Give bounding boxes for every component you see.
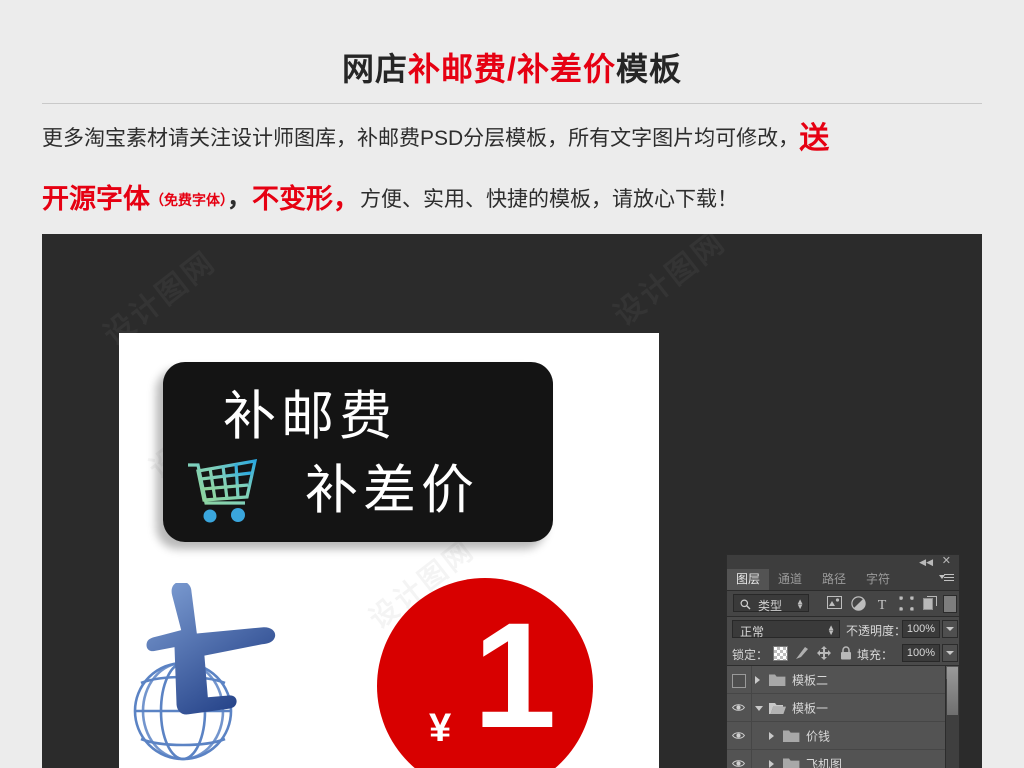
layer-row[interactable]: 模板一 <box>727 694 959 722</box>
panel-tabs[interactable]: 图层 通道 路径 字符 <box>727 569 959 591</box>
page-title: 网店补邮费/补差价模板 <box>0 44 1024 90</box>
layer-visibility-column <box>727 694 752 721</box>
airplane-globe-icon <box>125 581 295 768</box>
panel-menu-icon[interactable] <box>939 574 954 584</box>
lock-position-icon[interactable] <box>817 646 831 660</box>
folder-closed-icon <box>783 729 800 743</box>
layer-name: 价钱 <box>806 729 831 743</box>
chevron-right-icon[interactable] <box>769 731 774 740</box>
lock-transparent-pixels-icon[interactable] <box>773 646 788 661</box>
photoshop-screenshot: 设计图网 设计图网 设计图网 设计图网 设计图网 设计图网 补邮费 <box>42 234 982 768</box>
divider <box>42 103 982 104</box>
badge-shape: 补邮费 补差价 <box>163 362 553 542</box>
layer-name: 飞机图 <box>806 757 843 768</box>
layer-visibility-column <box>727 750 752 768</box>
promo-line-1-text: 更多淘宝素材请关注设计师图库，补邮费PSD分层模板，所有文字图片均可修改， <box>42 127 800 150</box>
folder-closed-icon <box>769 673 786 687</box>
badge-text-line1: 补邮费 <box>223 386 397 447</box>
promo-line-2-tail: 方便、实用、快捷的模板，请放心下载！ <box>360 188 739 211</box>
tab-channels[interactable]: 通道 <box>769 569 811 590</box>
fill-label: 填充： <box>857 648 894 662</box>
layer-name: 模板一 <box>792 701 829 715</box>
chevron-right-icon[interactable] <box>755 675 760 684</box>
promo-line-1: 更多淘宝素材请关注设计师图库，补邮费PSD分层模板，所有文字图片均可修改，送 <box>42 122 986 156</box>
page-title-suffix: 模板 <box>615 51 682 87</box>
folder-closed-icon <box>783 757 800 768</box>
page-title-prefix: 网店 <box>342 51 409 87</box>
eye-visible-icon[interactable] <box>732 703 745 715</box>
document-canvas[interactable]: 设计图网 设计图网 补邮费 <box>119 333 659 768</box>
text-filter-icon[interactable]: T <box>875 596 891 613</box>
tab-paths[interactable]: 路径 <box>813 569 855 590</box>
tab-character[interactable]: 字符 <box>857 569 899 590</box>
layer-visibility-column <box>727 666 752 693</box>
eye-visible-icon[interactable] <box>732 731 745 743</box>
price-circle: ¥ 1 <box>377 578 593 768</box>
lock-label: 锁定： <box>732 648 769 662</box>
promo-header: 网店补邮费/补差价模板 更多淘宝素材请关注设计师图库，补邮费PSD分层模板，所有… <box>0 0 1024 234</box>
filter-enable-toggle[interactable] <box>943 595 957 613</box>
blend-mode-select[interactable]: 正常 ▲ ▼ <box>732 620 840 639</box>
shopping-cart-icon <box>185 457 265 530</box>
chevron-updown-icon[interactable]: ▲ ▼ <box>827 624 835 637</box>
filter-kind-select[interactable]: 类型 ▲ ▼ <box>733 594 809 613</box>
layer-row[interactable]: 价钱 <box>727 722 959 750</box>
watermark: 设计图网 <box>602 234 733 334</box>
svg-text:T: T <box>878 598 887 611</box>
adjustment-filter-icon[interactable] <box>851 596 867 612</box>
lock-row[interactable]: 锁定： 填充： 100% <box>727 641 959 666</box>
opacity-dropdown-icon[interactable] <box>942 620 958 638</box>
layer-row[interactable]: 模板二 <box>727 666 959 694</box>
close-icon[interactable]: ✕ <box>942 556 951 567</box>
layers-scrollbar[interactable] <box>945 666 959 768</box>
page-title-highlight: 补邮费/补差价 <box>408 51 616 87</box>
layers-panel[interactable]: ◀◀ ✕ 图层 通道 路径 字符 类型 ▲ ▼ T 正常 ▲ ▼ 不透明度： 1… <box>726 554 960 768</box>
chevron-updown-icon[interactable]: ▲ ▼ <box>796 598 804 611</box>
filter-kind-label: 类型 <box>758 599 783 613</box>
search-icon <box>740 599 751 613</box>
layer-visibility-column <box>727 722 752 749</box>
pixel-filter-icon[interactable] <box>827 596 843 612</box>
fill-input[interactable]: 100% <box>902 644 940 662</box>
lock-all-icon[interactable] <box>840 646 854 660</box>
promo-line-1-accent: 送 <box>799 122 830 155</box>
promo-line-2: 开源字体（免费字体），不变形，方便、实用、快捷的模板，请放心下载！ <box>42 180 986 218</box>
eye-visible-icon[interactable] <box>732 759 745 768</box>
layer-filter-bar[interactable]: 类型 ▲ ▼ T <box>727 591 959 617</box>
promo-comma-1: ， <box>227 184 253 212</box>
scrollbar-thumb[interactable] <box>947 667 958 715</box>
chevron-right-icon[interactable] <box>769 759 774 768</box>
promo-opensource-font: 开源字体 <box>42 184 150 214</box>
price-value: 1 <box>473 591 557 759</box>
fill-dropdown-icon[interactable] <box>942 644 958 662</box>
blend-mode-value: 正常 <box>740 625 765 639</box>
promo-no-distortion: 不变形， <box>252 184 361 214</box>
promo-free-font-note: （免费字体） <box>150 192 227 208</box>
smartobject-filter-icon[interactable] <box>923 596 939 612</box>
lock-image-pixels-icon[interactable] <box>795 646 809 660</box>
layer-name: 模板二 <box>792 673 829 687</box>
currency-symbol: ¥ <box>429 706 452 750</box>
chevron-down-icon[interactable] <box>755 705 763 711</box>
shape-filter-icon[interactable] <box>899 596 915 612</box>
panel-titlebar: ◀◀ ✕ <box>727 555 959 569</box>
tab-layers[interactable]: 图层 <box>727 569 770 590</box>
opacity-label: 不透明度： <box>846 624 907 638</box>
opacity-input[interactable]: 100% <box>902 620 940 638</box>
eye-hidden-icon[interactable] <box>732 673 746 688</box>
badge-text-line2: 补差价 <box>305 460 479 521</box>
blend-mode-row[interactable]: 正常 ▲ ▼ 不透明度： 100% <box>727 617 959 641</box>
layer-row[interactable]: 飞机图 <box>727 750 959 768</box>
collapse-icon[interactable]: ◀◀ <box>919 557 933 567</box>
folder-open-icon <box>769 701 786 715</box>
layers-list[interactable]: 模板二模板一价钱飞机图上面文字形状 4fx效果渐变叠加T补差价T补邮费圆角矩形 … <box>727 666 959 768</box>
